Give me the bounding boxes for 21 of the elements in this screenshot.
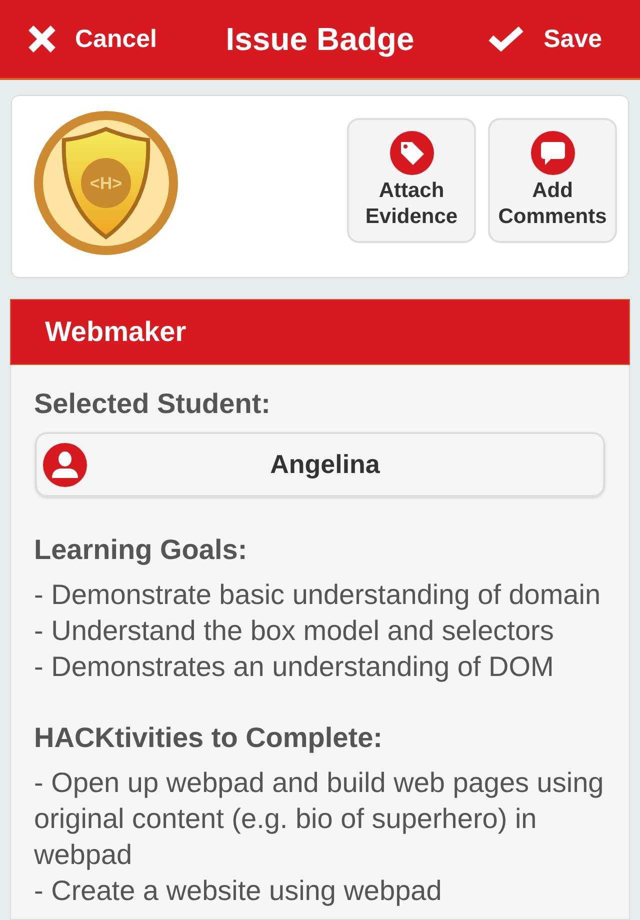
list-item-text: - Demonstrate basic understanding of domain: [34, 578, 602, 612]
add-comments-button[interactable]: Add Comments: [488, 118, 617, 243]
section-heading: HACKtivities to Complete:: [34, 721, 384, 755]
list-item-text: - Create a website using webpad: [34, 874, 443, 908]
section-heading: Learning Goals:: [34, 533, 248, 567]
tag-icon: [390, 131, 434, 175]
screen-title: Issue Badge: [226, 20, 414, 58]
section-heading: Selected Student:: [34, 387, 272, 421]
speech-bubble-icon: [530, 131, 574, 175]
student-field[interactable]: Angelina: [35, 432, 605, 497]
list-item-text: - Demonstrates an understanding of DOM: [34, 650, 555, 684]
panel-header: Webmaker: [10, 299, 630, 365]
save-button[interactable]: Save: [488, 24, 602, 54]
badge-emblem-text: <H>: [90, 174, 122, 193]
check-icon: [488, 26, 524, 52]
list-item-text: - Open up webpad and build web pages using original content (e.g. bio of superhero) in webpad: [34, 766, 605, 872]
attach-evidence-button[interactable]: Attach Evidence: [347, 118, 476, 243]
person-icon: [43, 442, 87, 486]
close-icon: [28, 25, 56, 53]
cancel-button[interactable]: Cancel: [28, 24, 157, 54]
list-item-text: - Understand the box model and selectors: [34, 614, 555, 648]
